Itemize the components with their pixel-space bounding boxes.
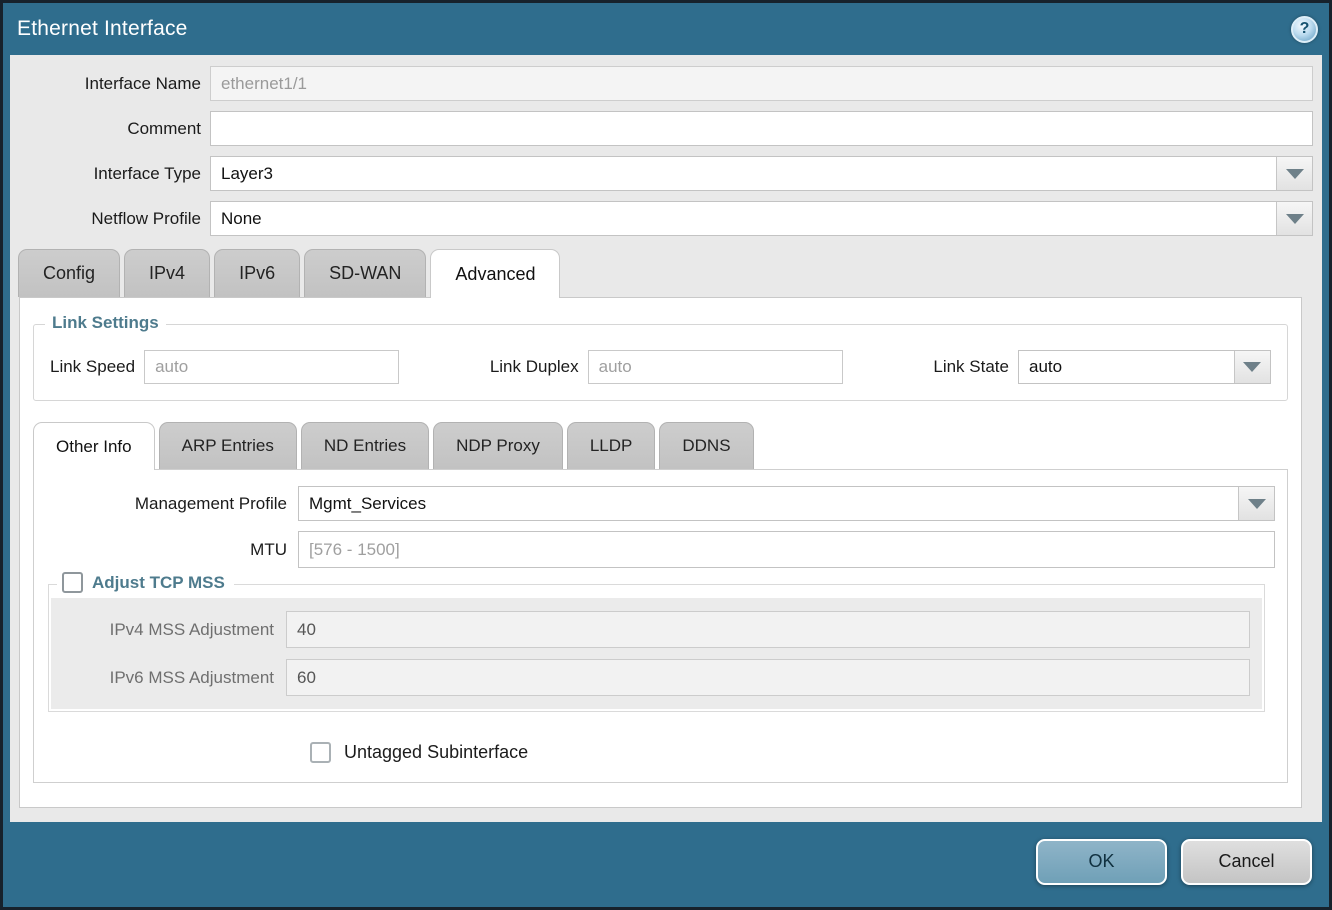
- link-speed-group: Link Speed: [50, 350, 399, 384]
- netflow-profile-label: Netflow Profile: [10, 209, 210, 229]
- ipv4-mss-label: IPv4 MSS Adjustment: [51, 620, 286, 640]
- tab-nd-entries[interactable]: ND Entries: [301, 422, 429, 469]
- adjust-tcp-mss-checkbox[interactable]: [62, 572, 83, 593]
- tab-sdwan[interactable]: SD-WAN: [304, 249, 426, 297]
- comment-field[interactable]: [210, 111, 1313, 146]
- comment-row: Comment: [10, 111, 1313, 146]
- dialog-body: Interface Name Comment Interface Type La…: [10, 55, 1322, 822]
- netflow-profile-row: Netflow Profile None: [10, 201, 1313, 236]
- interface-name-row: Interface Name: [10, 66, 1313, 101]
- management-profile-label: Management Profile: [34, 494, 298, 514]
- adjust-tcp-mss-legend: Adjust TCP MSS: [57, 572, 234, 593]
- other-info-panel: Management Profile Mgmt_Services MTU Adj…: [33, 469, 1288, 783]
- top-form: Interface Name Comment Interface Type La…: [10, 55, 1322, 246]
- ethernet-interface-dialog: Ethernet Interface ? Interface Name Comm…: [0, 0, 1332, 910]
- tab-config[interactable]: Config: [18, 249, 120, 297]
- link-state-dropdown[interactable]: auto: [1018, 350, 1271, 384]
- ipv4-mss-field: [286, 611, 1250, 648]
- link-settings-legend: Link Settings: [45, 313, 166, 333]
- chevron-down-icon: [1286, 214, 1304, 224]
- link-duplex-field[interactable]: [588, 350, 843, 384]
- link-state-label: Link State: [933, 357, 1018, 377]
- chevron-down-icon: [1248, 499, 1266, 509]
- management-profile-dropdown[interactable]: Mgmt_Services: [298, 486, 1275, 521]
- ipv4-mss-row: IPv4 MSS Adjustment: [51, 611, 1262, 648]
- interface-name-field: [210, 66, 1313, 101]
- adjust-tcp-mss-fieldset: Adjust TCP MSS IPv4 MSS Adjustment IPv6 …: [48, 584, 1265, 712]
- link-state-dropdown-button[interactable]: [1234, 351, 1270, 383]
- comment-label: Comment: [10, 119, 210, 139]
- interface-type-dropdown[interactable]: Layer3: [210, 156, 1313, 191]
- management-profile-row: Management Profile Mgmt_Services: [34, 486, 1275, 521]
- mtu-field[interactable]: [298, 531, 1275, 568]
- chevron-down-icon: [1286, 169, 1304, 179]
- sub-tab-strip: Other Info ARP Entries ND Entries NDP Pr…: [33, 422, 1288, 469]
- interface-type-value: Layer3: [211, 157, 1276, 190]
- chevron-down-icon: [1243, 362, 1261, 372]
- tab-advanced[interactable]: Advanced: [430, 249, 560, 298]
- link-state-group: Link State auto: [933, 350, 1271, 384]
- netflow-profile-dropdown[interactable]: None: [210, 201, 1313, 236]
- link-duplex-label: Link Duplex: [490, 357, 588, 377]
- advanced-tab-panel: Link Settings Link Speed Link Duplex Lin…: [19, 297, 1302, 808]
- link-state-value: auto: [1019, 351, 1234, 383]
- untagged-subinterface-checkbox[interactable]: [310, 742, 331, 763]
- link-settings-fieldset: Link Settings Link Speed Link Duplex Lin…: [33, 324, 1288, 401]
- ipv6-mss-label: IPv6 MSS Adjustment: [51, 668, 286, 688]
- link-duplex-group: Link Duplex: [490, 350, 843, 384]
- interface-type-label: Interface Type: [10, 164, 210, 184]
- tab-ndp-proxy[interactable]: NDP Proxy: [433, 422, 563, 469]
- ipv6-mss-row: IPv6 MSS Adjustment: [51, 659, 1262, 696]
- untagged-subinterface-row: Untagged Subinterface: [310, 742, 1275, 763]
- dialog-titlebar: Ethernet Interface ?: [3, 3, 1329, 55]
- netflow-profile-value: None: [211, 202, 1276, 235]
- tab-other-info[interactable]: Other Info: [33, 422, 155, 470]
- management-profile-value: Mgmt_Services: [299, 487, 1238, 520]
- link-settings-row: Link Speed Link Duplex Link State auto: [50, 350, 1271, 384]
- help-circle-icon[interactable]: ?: [1291, 16, 1318, 43]
- help-glyph: ?: [1300, 20, 1310, 38]
- untagged-subinterface-label: Untagged Subinterface: [344, 742, 528, 763]
- main-tab-strip: Config IPv4 IPv6 SD-WAN Advanced: [10, 249, 1322, 297]
- ipv6-mss-field: [286, 659, 1250, 696]
- mtu-row: MTU: [34, 531, 1275, 568]
- tab-ipv6[interactable]: IPv6: [214, 249, 300, 297]
- management-profile-dropdown-button[interactable]: [1238, 487, 1274, 520]
- tab-arp-entries[interactable]: ARP Entries: [159, 422, 297, 469]
- dialog-footer: OK Cancel: [3, 822, 1329, 907]
- cancel-button[interactable]: Cancel: [1181, 839, 1312, 885]
- interface-type-row: Interface Type Layer3: [10, 156, 1313, 191]
- adjust-tcp-mss-content: IPv4 MSS Adjustment IPv6 MSS Adjustment: [51, 598, 1262, 709]
- interface-name-label: Interface Name: [10, 74, 210, 94]
- link-speed-field[interactable]: [144, 350, 399, 384]
- dialog-title: Ethernet Interface: [17, 17, 188, 41]
- tab-lldp[interactable]: LLDP: [567, 422, 656, 469]
- netflow-profile-dropdown-button[interactable]: [1276, 202, 1312, 235]
- mtu-label: MTU: [34, 540, 298, 560]
- tab-ddns[interactable]: DDNS: [659, 422, 753, 469]
- adjust-tcp-mss-legend-text: Adjust TCP MSS: [92, 573, 225, 593]
- interface-type-dropdown-button[interactable]: [1276, 157, 1312, 190]
- link-speed-label: Link Speed: [50, 357, 144, 377]
- tab-ipv4[interactable]: IPv4: [124, 249, 210, 297]
- ok-button[interactable]: OK: [1036, 839, 1167, 885]
